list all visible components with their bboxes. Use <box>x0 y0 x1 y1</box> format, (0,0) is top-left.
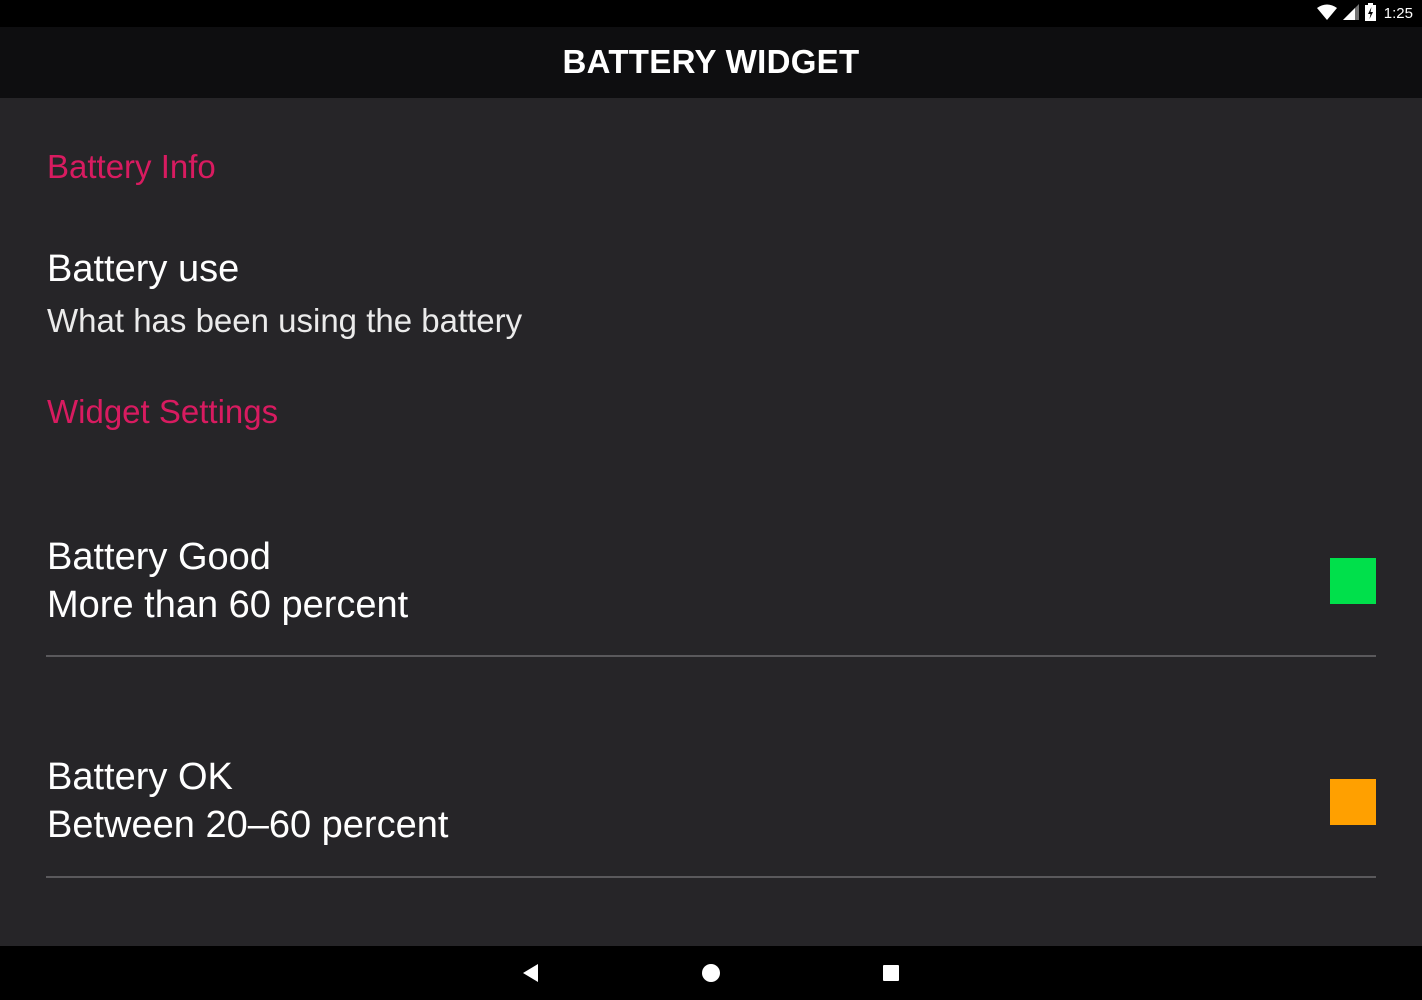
divider <box>46 876 1376 878</box>
pref-battery-ok-title: Battery OK <box>47 756 233 798</box>
pref-battery-good-title: Battery Good <box>47 536 271 578</box>
pref-battery-ok[interactable]: Battery OK Between 20–60 percent <box>0 688 1422 876</box>
divider <box>46 655 1376 657</box>
category-widget-settings: Widget Settings <box>47 393 279 430</box>
category-battery-info: Battery Info <box>47 148 216 185</box>
status-bar: 1:25 <box>0 0 1422 27</box>
navigation-bar <box>0 946 1422 1000</box>
pref-battery-use-summary: What has been using the battery <box>47 302 523 339</box>
status-time: 1:25 <box>1383 5 1413 22</box>
pref-battery-use[interactable]: Battery use What has been using the batt… <box>0 228 1422 353</box>
color-swatch-ok[interactable] <box>1330 779 1376 825</box>
battery-icon <box>1364 2 1376 26</box>
pref-battery-use-title: Battery use <box>47 248 240 290</box>
recents-icon[interactable] <box>871 956 911 990</box>
status-icons: 1:25 <box>1316 2 1413 26</box>
preferences-list[interactable]: Battery Info Battery use What has been u… <box>0 98 1422 946</box>
pref-battery-ok-summary: Between 20–60 percent <box>47 804 449 846</box>
cell-signal-icon <box>1342 3 1359 25</box>
wifi-icon <box>1316 4 1337 25</box>
color-swatch-good[interactable] <box>1330 558 1376 604</box>
back-icon[interactable] <box>511 956 551 990</box>
page-title: BATTERY WIDGET <box>562 43 860 80</box>
app-bar: BATTERY WIDGET <box>0 27 1422 98</box>
pref-battery-good-summary: More than 60 percent <box>47 584 409 626</box>
pref-battery-good[interactable]: Battery Good More than 60 percent <box>0 468 1422 655</box>
home-icon[interactable] <box>691 956 731 990</box>
